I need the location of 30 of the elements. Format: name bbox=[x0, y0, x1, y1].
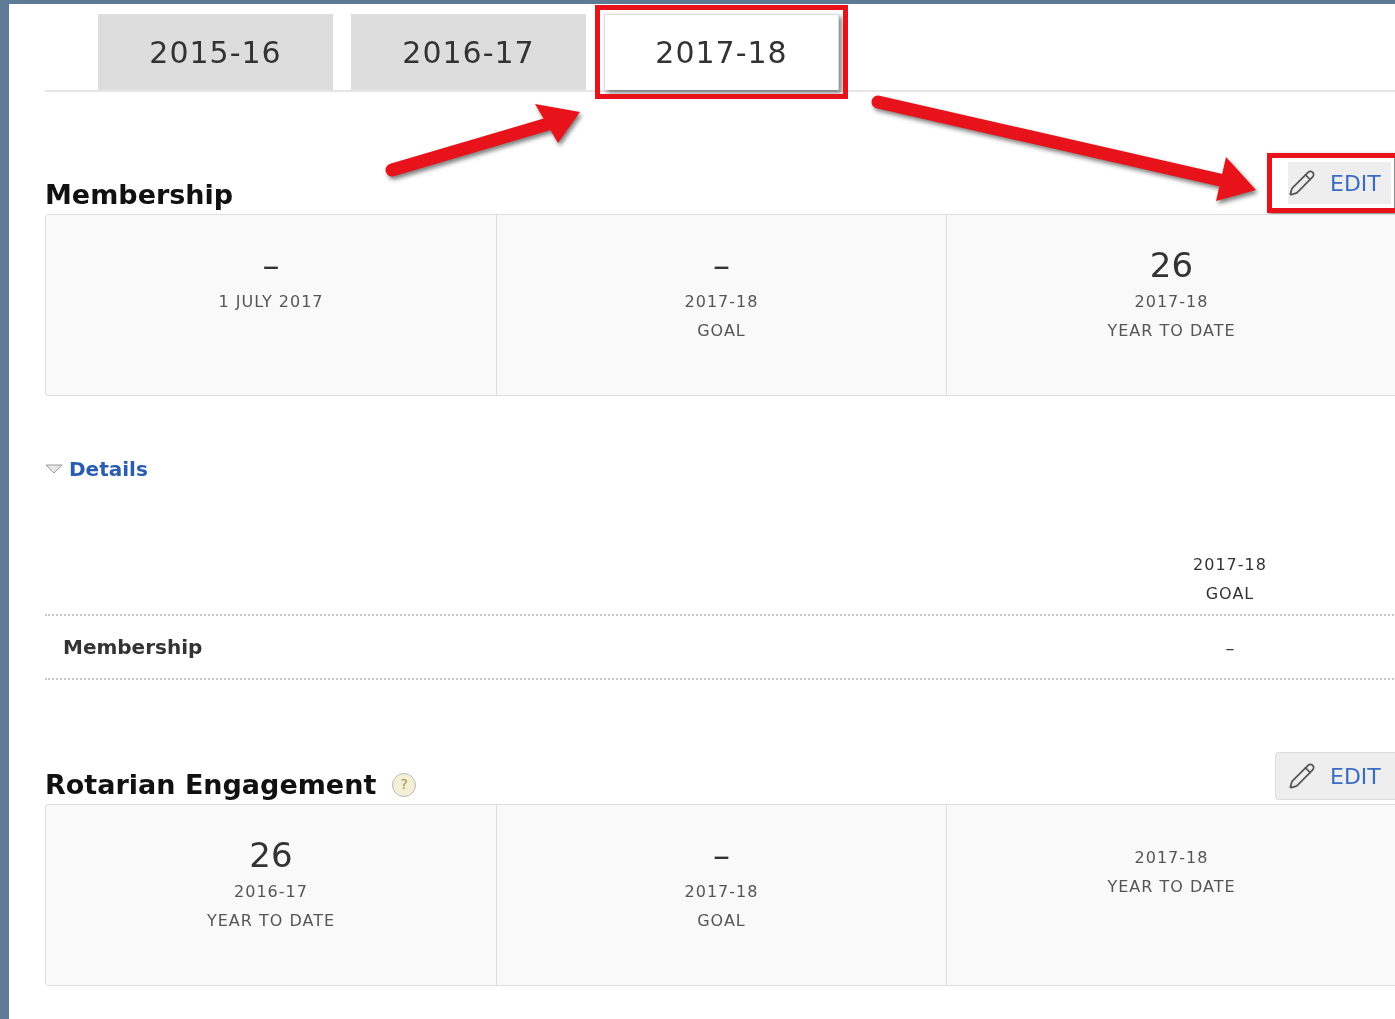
stat-value: – bbox=[262, 244, 280, 287]
stat-value: 26 bbox=[249, 834, 293, 877]
stat-label: GOAL bbox=[697, 320, 746, 342]
table-cell-text: – bbox=[1224, 635, 1236, 660]
stat-value: 26 bbox=[1149, 244, 1194, 287]
year-tab[interactable]: 2016-17 bbox=[351, 14, 586, 90]
stat-label: GOAL bbox=[697, 910, 746, 932]
edit-button[interactable]: EDIT bbox=[1275, 752, 1395, 800]
pencil-icon bbox=[1288, 169, 1316, 197]
stat-label: YEAR TO DATE bbox=[206, 910, 336, 932]
stat-label: 1 JULY 2017 bbox=[218, 291, 324, 313]
details-toggle[interactable]: Details bbox=[45, 454, 148, 484]
stat-label: 2017-18 bbox=[1134, 291, 1209, 313]
stat-value: – bbox=[713, 834, 730, 877]
column-header: 2017-18 bbox=[1193, 554, 1267, 576]
year-tab[interactable]: 2015-16 bbox=[98, 14, 333, 90]
stat-value: – bbox=[713, 244, 730, 287]
stat-label: 2017-18 bbox=[1134, 847, 1209, 869]
edit-button[interactable]: EDIT bbox=[1267, 153, 1395, 213]
stat-label: 2017-18 bbox=[684, 881, 759, 903]
column-header: GOAL bbox=[1205, 583, 1255, 605]
row-label: Membership bbox=[62, 634, 204, 661]
stat-label: YEAR TO DATE bbox=[1107, 876, 1236, 898]
stat-label: 2016-17 bbox=[234, 881, 308, 903]
stat-label: YEAR TO DATE bbox=[1107, 320, 1236, 342]
caret-down-icon bbox=[45, 463, 63, 475]
section-title: Rotarian Engagement bbox=[45, 771, 377, 798]
stat-label: 2017-18 bbox=[684, 291, 759, 313]
section-title: Membership bbox=[45, 181, 234, 208]
pencil-icon bbox=[1288, 762, 1316, 790]
